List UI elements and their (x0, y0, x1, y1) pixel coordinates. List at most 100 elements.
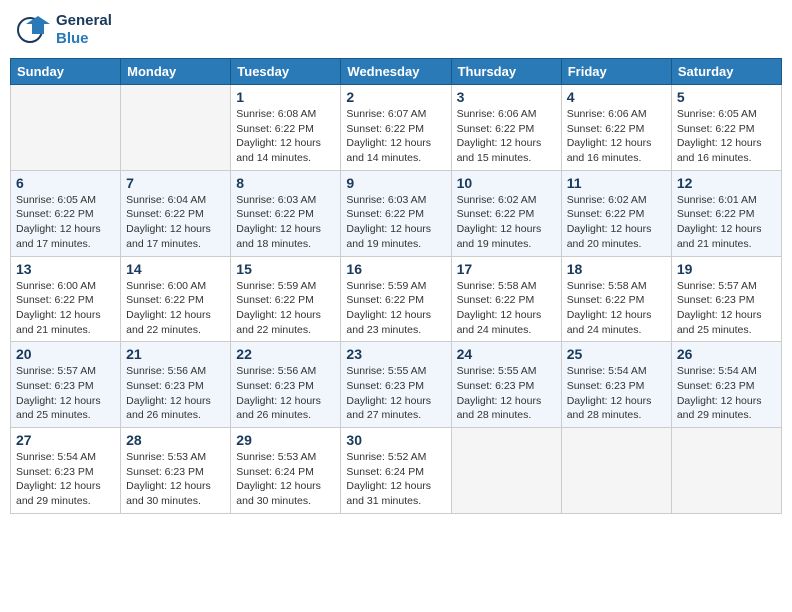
calendar-cell: 16 Sunrise: 5:59 AMSunset: 6:22 PMDayligh… (341, 256, 451, 342)
day-number: 19 (677, 261, 776, 277)
day-number: 16 (346, 261, 445, 277)
calendar-cell: 27Sunrise: 5:54 AMSunset: 6:23 PMDayligh… (11, 428, 121, 514)
weekday-header-wednesday: Wednesday (341, 59, 451, 85)
day-info: Sunrise: 5:55 AMSunset: 6:23 PMDaylight:… (457, 364, 556, 423)
calendar-cell: 19 Sunrise: 5:57 AMSunset: 6:23 PMDayligh… (671, 256, 781, 342)
day-number: 2 (346, 89, 445, 105)
calendar-cell: 26 Sunrise: 5:54 AMSunset: 6:23 PMDayligh… (671, 342, 781, 428)
day-info: Sunrise: 5:57 AMSunset: 6:23 PMDaylight:… (677, 279, 776, 338)
day-info: Sunrise: 5:53 AMSunset: 6:23 PMDaylight:… (126, 450, 225, 509)
day-info: Sunrise: 5:54 AMSunset: 6:23 PMDaylight:… (677, 364, 776, 423)
day-number: 8 (236, 175, 335, 191)
weekday-header-row: SundayMondayTuesdayWednesdayThursdayFrid… (11, 59, 782, 85)
weekday-header-monday: Monday (121, 59, 231, 85)
day-info: Sunrise: 6:06 AMSunset: 6:22 PMDaylight:… (567, 107, 666, 166)
calendar-cell: 13 Sunrise: 6:00 AMSunset: 6:22 PMDayligh… (11, 256, 121, 342)
day-info: Sunrise: 5:57 AMSunset: 6:23 PMDaylight:… (16, 364, 115, 423)
day-number: 9 (346, 175, 445, 191)
calendar-cell: 6 Sunrise: 6:05 AMSunset: 6:22 PMDaylight… (11, 170, 121, 256)
calendar-cell (671, 428, 781, 514)
day-info: Sunrise: 6:05 AMSunset: 6:22 PMDaylight:… (16, 193, 115, 252)
day-number: 29 (236, 432, 335, 448)
day-number: 21 (126, 346, 225, 362)
calendar-cell: 30 Sunrise: 5:52 AMSunset: 6:24 PMDayligh… (341, 428, 451, 514)
day-info: Sunrise: 5:59 AMSunset: 6:22 PMDaylight:… (236, 279, 335, 338)
day-info: Sunrise: 5:53 AMSunset: 6:24 PMDaylight:… (236, 450, 335, 509)
calendar-cell (561, 428, 671, 514)
day-number: 13 (16, 261, 115, 277)
day-number: 6 (16, 175, 115, 191)
logo-blue: Blue (56, 30, 112, 48)
day-number: 11 (567, 175, 666, 191)
day-number: 3 (457, 89, 556, 105)
day-info: Sunrise: 6:07 AMSunset: 6:22 PMDaylight:… (346, 107, 445, 166)
day-info: Sunrise: 5:55 AMSunset: 6:23 PMDaylight:… (346, 364, 445, 423)
calendar-cell: 14 Sunrise: 6:00 AMSunset: 6:22 PMDayligh… (121, 256, 231, 342)
day-info: Sunrise: 5:58 AMSunset: 6:22 PMDaylight:… (567, 279, 666, 338)
day-number: 10 (457, 175, 556, 191)
day-info: Sunrise: 5:52 AMSunset: 6:24 PMDaylight:… (346, 450, 445, 509)
weekday-header-sunday: Sunday (11, 59, 121, 85)
day-number: 27 (16, 432, 115, 448)
calendar-cell: 8 Sunrise: 6:03 AMSunset: 6:22 PMDaylight… (231, 170, 341, 256)
calendar-cell (121, 85, 231, 171)
calendar-cell: 10Sunrise: 6:02 AMSunset: 6:22 PMDayligh… (451, 170, 561, 256)
day-info: Sunrise: 6:01 AMSunset: 6:22 PMDaylight:… (677, 193, 776, 252)
calendar-cell: 29 Sunrise: 5:53 AMSunset: 6:24 PMDayligh… (231, 428, 341, 514)
calendar-week-row: 6 Sunrise: 6:05 AMSunset: 6:22 PMDaylight… (11, 170, 782, 256)
calendar-cell: 4Sunrise: 6:06 AMSunset: 6:22 PMDaylight… (561, 85, 671, 171)
day-info: Sunrise: 5:59 AMSunset: 6:22 PMDaylight:… (346, 279, 445, 338)
calendar-cell: 20 Sunrise: 5:57 AMSunset: 6:23 PMDayligh… (11, 342, 121, 428)
calendar-cell: 15 Sunrise: 5:59 AMSunset: 6:22 PMDayligh… (231, 256, 341, 342)
calendar-cell: 22Sunrise: 5:56 AMSunset: 6:23 PMDayligh… (231, 342, 341, 428)
calendar-cell: 2 Sunrise: 6:07 AMSunset: 6:22 PMDaylight… (341, 85, 451, 171)
day-info: Sunrise: 6:04 AMSunset: 6:22 PMDaylight:… (126, 193, 225, 252)
day-number: 26 (677, 346, 776, 362)
weekday-header-saturday: Saturday (671, 59, 781, 85)
calendar-cell: 24 Sunrise: 5:55 AMSunset: 6:23 PMDayligh… (451, 342, 561, 428)
day-info: Sunrise: 6:03 AMSunset: 6:22 PMDaylight:… (346, 193, 445, 252)
calendar-cell: 25 Sunrise: 5:54 AMSunset: 6:23 PMDayligh… (561, 342, 671, 428)
day-info: Sunrise: 5:54 AMSunset: 6:23 PMDaylight:… (567, 364, 666, 423)
day-number: 14 (126, 261, 225, 277)
day-number: 17 (457, 261, 556, 277)
calendar-cell: 3 Sunrise: 6:06 AMSunset: 6:22 PMDaylight… (451, 85, 561, 171)
calendar-cell: 28 Sunrise: 5:53 AMSunset: 6:23 PMDayligh… (121, 428, 231, 514)
day-number: 28 (126, 432, 225, 448)
weekday-header-tuesday: Tuesday (231, 59, 341, 85)
calendar-cell: 1 Sunrise: 6:08 AMSunset: 6:22 PMDaylight… (231, 85, 341, 171)
calendar-cell: 12 Sunrise: 6:01 AMSunset: 6:22 PMDayligh… (671, 170, 781, 256)
calendar-cell (11, 85, 121, 171)
day-info: Sunrise: 5:58 AMSunset: 6:22 PMDaylight:… (457, 279, 556, 338)
day-number: 12 (677, 175, 776, 191)
calendar-cell (451, 428, 561, 514)
day-number: 23 (346, 346, 445, 362)
day-number: 30 (346, 432, 445, 448)
calendar-week-row: 20 Sunrise: 5:57 AMSunset: 6:23 PMDayligh… (11, 342, 782, 428)
calendar-cell: 23 Sunrise: 5:55 AMSunset: 6:23 PMDayligh… (341, 342, 451, 428)
calendar-week-row: 27Sunrise: 5:54 AMSunset: 6:23 PMDayligh… (11, 428, 782, 514)
day-info: Sunrise: 6:05 AMSunset: 6:22 PMDaylight:… (677, 107, 776, 166)
day-info: Sunrise: 5:56 AMSunset: 6:23 PMDaylight:… (126, 364, 225, 423)
day-number: 20 (16, 346, 115, 362)
day-info: Sunrise: 6:00 AMSunset: 6:22 PMDaylight:… (16, 279, 115, 338)
day-info: Sunrise: 6:03 AMSunset: 6:22 PMDaylight:… (236, 193, 335, 252)
day-number: 22 (236, 346, 335, 362)
calendar-cell: 21 Sunrise: 5:56 AMSunset: 6:23 PMDayligh… (121, 342, 231, 428)
day-info: Sunrise: 6:02 AMSunset: 6:22 PMDaylight:… (567, 193, 666, 252)
day-info: Sunrise: 6:00 AMSunset: 6:22 PMDaylight:… (126, 279, 225, 338)
calendar-cell: 7Sunrise: 6:04 AMSunset: 6:22 PMDaylight… (121, 170, 231, 256)
weekday-header-thursday: Thursday (451, 59, 561, 85)
day-number: 24 (457, 346, 556, 362)
header: GeneralBlue (10, 10, 782, 50)
calendar-cell: 5Sunrise: 6:05 AMSunset: 6:22 PMDaylight… (671, 85, 781, 171)
day-info: Sunrise: 6:08 AMSunset: 6:22 PMDaylight:… (236, 107, 335, 166)
day-number: 15 (236, 261, 335, 277)
calendar-week-row: 13 Sunrise: 6:00 AMSunset: 6:22 PMDayligh… (11, 256, 782, 342)
day-info: Sunrise: 6:06 AMSunset: 6:22 PMDaylight:… (457, 107, 556, 166)
day-number: 1 (236, 89, 335, 105)
logo: GeneralBlue (14, 10, 112, 50)
calendar-cell: 9 Sunrise: 6:03 AMSunset: 6:22 PMDaylight… (341, 170, 451, 256)
weekday-header-friday: Friday (561, 59, 671, 85)
day-number: 25 (567, 346, 666, 362)
